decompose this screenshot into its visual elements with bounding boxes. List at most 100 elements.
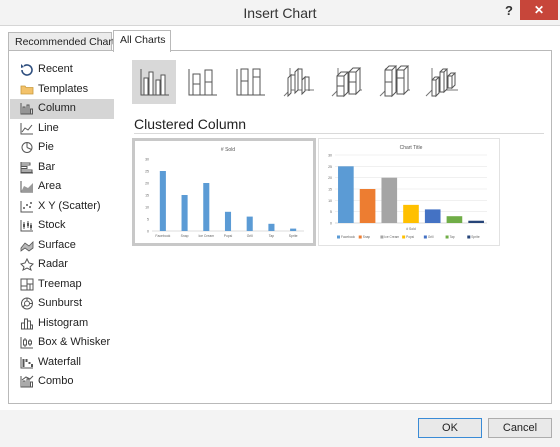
legend-entry: Popsi (406, 235, 414, 239)
recent-icon (21, 64, 33, 76)
chart-bar (290, 228, 297, 231)
y-tick-label: 15 (145, 194, 149, 198)
column-chart-icon (20, 103, 33, 115)
sidebar-item-combo[interactable]: Combo (10, 372, 114, 392)
chart-subtype-title: Clustered Column (134, 116, 247, 132)
x-tick-label: Snap (181, 234, 189, 238)
x-tick-label: Ice Cream (198, 234, 214, 238)
sidebar-item-recent[interactable]: Recent (10, 60, 114, 80)
subtype-clustered-column[interactable] (132, 60, 176, 104)
y-tick-label: 5 (147, 218, 149, 222)
y-tick-label: 25 (145, 170, 149, 174)
legend-swatch (467, 235, 471, 239)
y-tick-label: 20 (328, 176, 332, 180)
y-tick-label: 15 (328, 188, 332, 192)
subtype-stacked-column[interactable] (180, 60, 224, 104)
sidebar-item-column[interactable]: Column (10, 99, 114, 119)
sidebar-item-treemap[interactable]: Treemap (10, 275, 114, 295)
x-tick-label: Grill (247, 234, 253, 238)
100-stacked-column-icon (236, 68, 265, 96)
sidebar-item-stock[interactable]: Stock (10, 216, 114, 236)
sidebar-item-box-whisker[interactable]: Box & Whisker (10, 333, 114, 353)
y-tick-label: 10 (328, 199, 332, 203)
sunburst-chart-icon (21, 297, 33, 310)
close-button[interactable]: ✕ (520, 0, 558, 20)
sidebar-item-templates[interactable]: Templates (10, 80, 114, 100)
sidebar-item-radar[interactable]: Radar (10, 255, 114, 275)
y-tick-label: 30 (328, 154, 332, 158)
ok-button[interactable]: OK (418, 418, 482, 438)
chart-bar (246, 216, 253, 231)
subtype-3d-clustered-column[interactable] (276, 60, 320, 104)
sidebar-item-pie[interactable]: Pie (10, 138, 114, 158)
help-button[interactable]: ? (500, 3, 518, 21)
waterfall-chart-icon (20, 356, 33, 368)
sidebar-item-label: X Y (Scatter) (38, 199, 101, 212)
sidebar-item-area[interactable]: Area (10, 177, 114, 197)
area-chart-icon (20, 181, 33, 193)
line-chart-icon (20, 122, 33, 134)
y-tick-label: 25 (328, 165, 332, 169)
sidebar-item-bar[interactable]: Bar (10, 158, 114, 178)
subtype-3d-100-stacked-column[interactable] (372, 60, 416, 104)
chart-preview-1[interactable]: # Sold 0 5 10 15 20 25 30 Facebook Snap Ice Cream P… (132, 138, 316, 246)
surface-chart-icon (20, 240, 34, 252)
sidebar-item-label: Column (38, 102, 76, 114)
chart-title: Chart Title (400, 145, 423, 151)
legend-swatch (337, 235, 340, 239)
x-axis-label: # Sold (406, 227, 416, 231)
treemap-chart-icon (20, 278, 34, 290)
chart-bar (381, 177, 398, 223)
legend-entry: Snap (363, 235, 371, 239)
chart-bar (468, 220, 484, 223)
clustered-column-icon (140, 69, 169, 96)
3d-clustered-column-icon (283, 67, 314, 98)
chart-bar (359, 189, 376, 223)
sidebar-item-label: Pie (38, 141, 54, 153)
legend-entry: Facebook (341, 235, 355, 239)
y-tick-label: 0 (147, 230, 149, 234)
tab-recommended-charts[interactable]: Recommended Charts (8, 32, 120, 51)
y-tick-label: 10 (145, 206, 149, 210)
chart-title: # Sold (221, 147, 235, 153)
legend-swatch (445, 235, 449, 239)
chart-bar (403, 204, 419, 223)
subtype-3d-stacked-column[interactable] (324, 60, 368, 104)
subtype-3d-column[interactable] (420, 60, 464, 104)
chart-bar (159, 171, 166, 231)
3d-column-icon (425, 68, 458, 98)
sidebar-item-scatter[interactable]: X Y (Scatter) (10, 197, 114, 217)
legend-entry: Tap (450, 235, 455, 239)
chart-bar (338, 166, 354, 223)
chart-2-svg: Chart Title 0 5 10 15 20 25 30 # Sold Facebook Sna… (328, 145, 487, 239)
y-tick-label: 20 (145, 182, 149, 186)
x-tick-label: Facebook (155, 234, 170, 238)
sidebar-item-surface[interactable]: Surface (10, 236, 114, 256)
sidebar-item-histogram[interactable]: Histogram (10, 314, 114, 334)
chart-preview-2[interactable]: Chart Title 0 5 10 15 20 25 30 # Sold Facebook Sna… (318, 138, 500, 246)
x-tick-label: Tap (269, 234, 275, 238)
dialog-title: Insert Chart (243, 5, 317, 21)
tab-all-charts[interactable]: All Charts (113, 30, 171, 52)
subtype-100-stacked-column[interactable] (228, 60, 272, 104)
sidebar-item-waterfall[interactable]: Waterfall (10, 353, 114, 373)
legend-swatch (358, 235, 362, 239)
legend-swatch (423, 235, 427, 239)
pie-chart-icon (21, 142, 33, 153)
sidebar-item-line[interactable]: Line (10, 119, 114, 139)
stock-chart-icon (20, 220, 33, 232)
title-bar: Insert Chart ? ✕ (0, 0, 560, 26)
sidebar-item-label: Histogram (38, 316, 89, 329)
chart-bar (424, 209, 441, 223)
sidebar-item-sunburst[interactable]: Sunburst (10, 294, 114, 314)
sidebar-item-label: Area (38, 180, 62, 192)
y-tick-label: 0 (330, 222, 332, 226)
cancel-button[interactable]: Cancel (488, 418, 552, 438)
sidebar-item-label: Line (38, 121, 59, 134)
chart-1-svg: # Sold 0 5 10 15 20 25 30 Facebook Snap Ice Cream P… (145, 147, 304, 238)
sidebar-item-label: Box & Whisker (38, 336, 111, 348)
sidebar-item-label: Surface (38, 238, 76, 251)
folder-icon (20, 85, 34, 94)
sidebar-item-label: Stock (38, 219, 66, 231)
legend-entry: Grill (428, 235, 434, 239)
